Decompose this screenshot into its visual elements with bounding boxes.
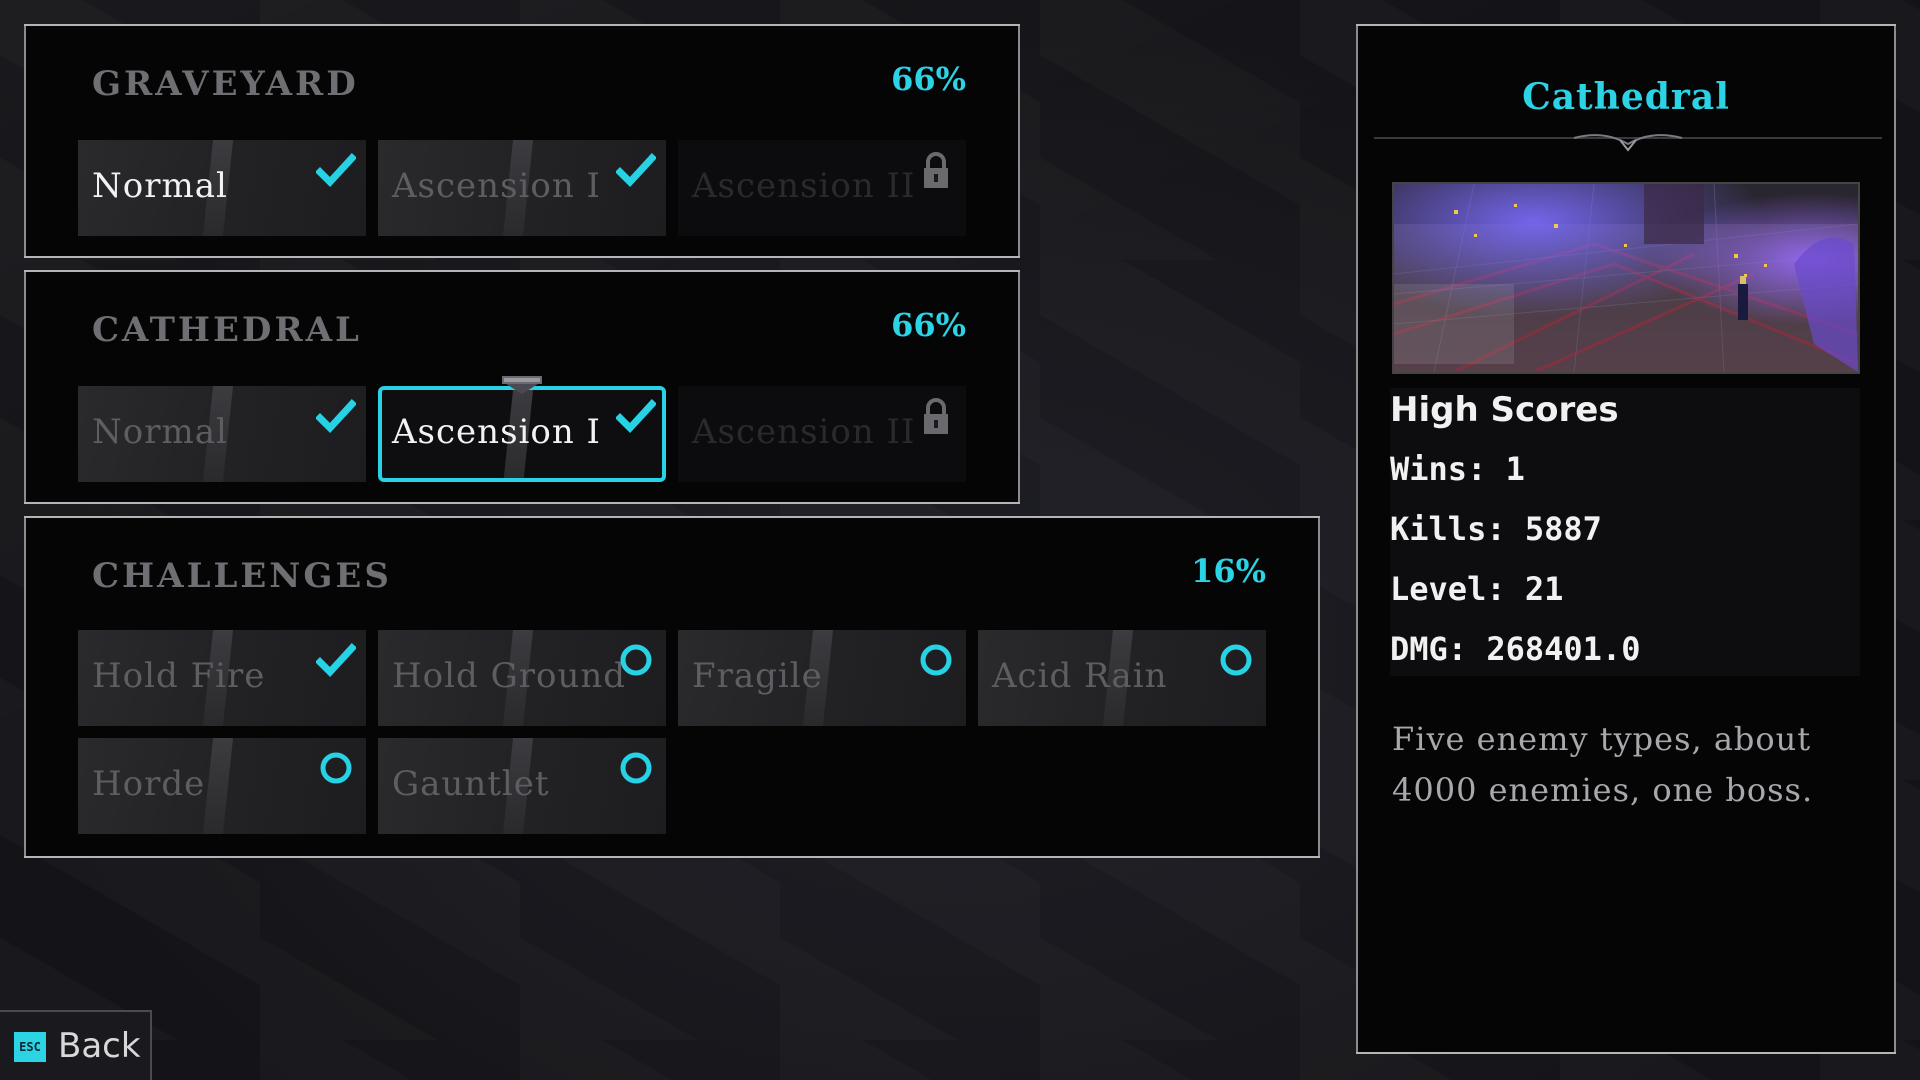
option-label: Hold Ground (392, 656, 627, 696)
option-label: Fragile (692, 656, 823, 696)
back-label: Back (58, 1026, 141, 1066)
selection-cursor-icon (502, 376, 542, 394)
cathedral-ascension-2-option[interactable]: Ascension II (678, 386, 966, 482)
level-stat: Level: 21 (1390, 570, 1564, 608)
detail-panel: Cathedral High Scores Wins: 1 Kills: 588… (1356, 24, 1896, 1054)
option-label: Horde (92, 764, 206, 804)
option-label: Ascension I (392, 166, 601, 206)
damage-stat: DMG: 268401.0 (1390, 630, 1641, 668)
option-label: Normal (92, 412, 228, 452)
challenge-hold-fire-option[interactable]: Hold Fire (78, 630, 366, 726)
challenge-gauntlet-option[interactable]: Gauntlet (378, 738, 666, 834)
graveyard-normal-option[interactable]: Normal (78, 140, 366, 236)
ornament-divider (1374, 134, 1882, 152)
completion-percent: 66% (891, 60, 966, 98)
high-scores-box: High Scores Wins: 1 Kills: 5887 Level: 2… (1390, 388, 1860, 676)
lock-icon (924, 398, 948, 434)
challenges-panel: CHALLENGES 16% Hold Fire Hold Ground Fra… (24, 516, 1320, 858)
check-icon (316, 153, 356, 188)
cathedral-scene-image (1394, 184, 1858, 372)
graveyard-ascension-2-option[interactable]: Ascension II (678, 140, 966, 236)
ring-icon (920, 644, 952, 676)
check-icon (616, 399, 656, 434)
ring-icon (320, 752, 352, 784)
option-label: Acid Rain (992, 656, 1168, 696)
check-icon (316, 399, 356, 434)
option-label: Ascension I (392, 412, 601, 452)
challenge-fragile-option[interactable]: Fragile (678, 630, 966, 726)
level-preview-image (1392, 182, 1860, 374)
challenge-horde-option[interactable]: Horde (78, 738, 366, 834)
section-title: GRAVEYARD (92, 64, 359, 104)
cathedral-normal-option[interactable]: Normal (78, 386, 366, 482)
section-title: CHALLENGES (92, 556, 392, 596)
esc-key-icon: ESC (14, 1032, 46, 1062)
graveyard-panel: GRAVEYARD 66% Normal Ascension I Ascensi… (24, 24, 1020, 258)
back-button[interactable]: ESC Back (0, 1010, 152, 1080)
ring-icon (620, 644, 652, 676)
option-label: Ascension II (692, 412, 916, 452)
stripe-decoration (202, 738, 234, 834)
check-icon (316, 643, 356, 678)
ring-icon (1220, 644, 1252, 676)
cathedral-ascension-1-option[interactable]: Ascension I (378, 386, 666, 482)
graveyard-ascension-1-option[interactable]: Ascension I (378, 140, 666, 236)
challenge-hold-ground-option[interactable]: Hold Ground (378, 630, 666, 726)
high-scores-heading: High Scores (1390, 390, 1619, 430)
cathedral-panel: CATHEDRAL 66% Normal Ascension I Ascensi… (24, 270, 1020, 504)
option-label: Gauntlet (392, 764, 550, 804)
level-description: Five enemy types, about 4000 enemies, on… (1392, 720, 1814, 809)
wins-stat: Wins: 1 (1390, 450, 1525, 488)
detail-title: Cathedral (1522, 76, 1730, 118)
section-title: CATHEDRAL (92, 310, 362, 350)
challenge-acid-rain-option[interactable]: Acid Rain (978, 630, 1266, 726)
kills-stat: Kills: 5887 (1390, 510, 1602, 548)
option-label: Ascension II (692, 166, 916, 206)
option-label: Normal (92, 166, 228, 206)
completion-percent: 66% (891, 306, 966, 344)
completion-percent: 16% (1191, 552, 1266, 590)
check-icon (616, 153, 656, 188)
lock-icon (924, 152, 948, 188)
option-label: Hold Fire (92, 656, 266, 696)
ring-icon (620, 752, 652, 784)
